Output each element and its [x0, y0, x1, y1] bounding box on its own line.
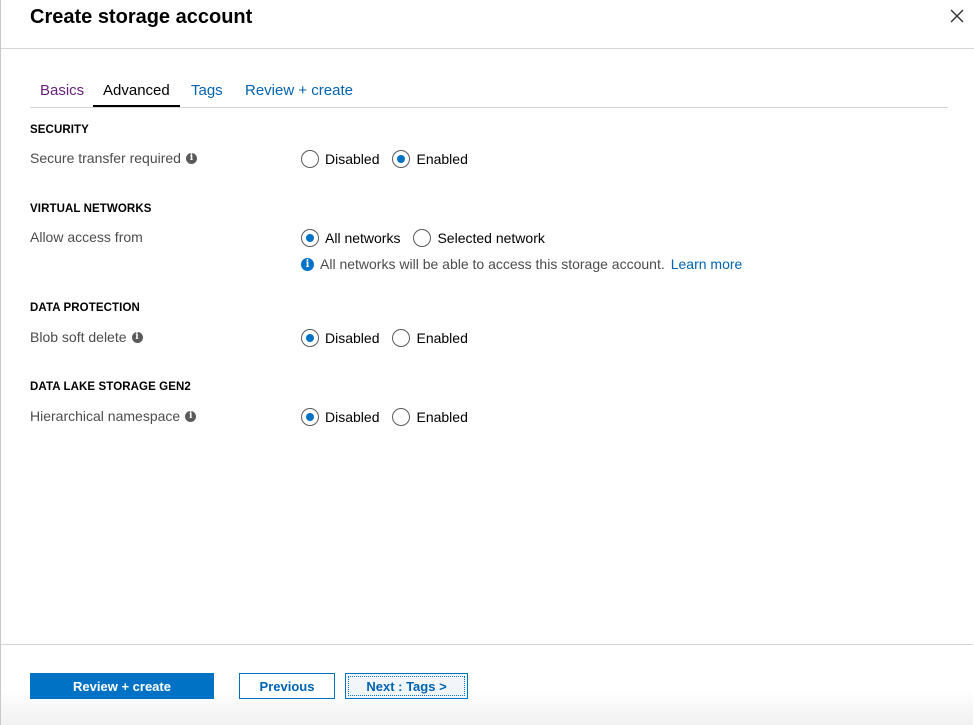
tab-basics[interactable]: Basics — [40, 82, 84, 107]
radio-label: Disabled — [325, 151, 380, 167]
hierarchical-namespace-label-row: Hierarchical namespace i — [30, 406, 197, 426]
blob-soft-delete-enabled-radio[interactable] — [392, 329, 411, 347]
secure-transfer-enabled-radio[interactable] — [392, 150, 411, 168]
hierarchical-namespace-enabled-option[interactable]: Enabled — [392, 408, 468, 426]
allow-access-label-row: Allow access from — [30, 227, 143, 247]
hierarchical-namespace-radio-group: Disabled Enabled — [301, 406, 481, 428]
tab-bar: Basics Advanced Tags Review + create — [30, 79, 948, 108]
blob-soft-delete-label: Blob soft delete — [30, 329, 127, 345]
tab-advanced[interactable]: Advanced — [93, 82, 180, 107]
info-icon: i — [301, 257, 314, 271]
section-heading-data-protection: DATA PROTECTION — [30, 302, 140, 314]
radio-label: Enabled — [416, 151, 468, 167]
blob-soft-delete-radio-group: Disabled Enabled — [301, 327, 481, 349]
radio-label: Disabled — [325, 330, 380, 346]
tab-review-create[interactable]: Review + create — [245, 82, 353, 107]
hierarchical-namespace-label: Hierarchical namespace — [30, 408, 181, 424]
all-networks-radio[interactable] — [301, 229, 319, 247]
allow-access-label: Allow access from — [30, 229, 143, 245]
info-icon[interactable]: i — [185, 410, 197, 422]
hierarchical-namespace-disabled-option[interactable]: Disabled — [301, 408, 379, 426]
section-heading-virtual-networks: VIRTUAL NETWORKS — [30, 203, 152, 215]
tab-tags[interactable]: Tags — [191, 82, 223, 107]
secure-transfer-disabled-radio[interactable] — [301, 150, 319, 168]
close-icon[interactable] — [946, 5, 968, 27]
info-icon[interactable]: i — [185, 152, 197, 164]
secure-transfer-disabled-option[interactable]: Disabled — [301, 150, 379, 168]
next-tags-button[interactable]: Next : Tags > — [345, 673, 468, 699]
network-info-message: i All networks will be able to access th… — [301, 256, 742, 272]
secure-transfer-radio-group: Disabled Enabled — [301, 148, 481, 170]
allow-access-radio-group: All networks Selected network — [301, 227, 558, 249]
blade-footer: Review + create Previous Next : Tags > — [1, 644, 973, 725]
hierarchical-namespace-enabled-radio[interactable] — [392, 408, 411, 426]
blade-header: Create storage account — [1, 0, 974, 49]
hierarchical-namespace-disabled-radio[interactable] — [301, 408, 319, 426]
section-heading-data-lake: DATA LAKE STORAGE GEN2 — [30, 381, 191, 393]
radio-label: Selected network — [437, 230, 545, 246]
blob-soft-delete-label-row: Blob soft delete i — [30, 327, 143, 347]
secure-transfer-label: Secure transfer required — [30, 150, 181, 166]
page-title: Create storage account — [30, 6, 253, 28]
blob-soft-delete-enabled-option[interactable]: Enabled — [392, 329, 468, 347]
radio-label: Disabled — [325, 409, 380, 425]
secure-transfer-label-row: Secure transfer required i — [30, 148, 197, 168]
selected-network-option[interactable]: Selected network — [413, 229, 545, 247]
section-heading-security: SECURITY — [30, 124, 89, 136]
previous-button[interactable]: Previous — [239, 673, 335, 699]
secure-transfer-enabled-option[interactable]: Enabled — [392, 150, 468, 168]
learn-more-link[interactable]: Learn more — [671, 256, 743, 272]
create-storage-account-blade: Create storage account Basics Advanced T… — [0, 0, 974, 725]
review-create-button[interactable]: Review + create — [30, 673, 214, 699]
selected-network-radio[interactable] — [413, 229, 432, 247]
info-icon[interactable]: i — [131, 331, 143, 343]
radio-label: Enabled — [416, 330, 468, 346]
network-info-text: All networks will be able to access this… — [320, 256, 665, 272]
radio-label: All networks — [325, 230, 401, 246]
blob-soft-delete-disabled-radio[interactable] — [301, 329, 319, 347]
radio-label: Enabled — [416, 409, 468, 425]
blob-soft-delete-disabled-option[interactable]: Disabled — [301, 329, 379, 347]
all-networks-option[interactable]: All networks — [301, 229, 400, 247]
